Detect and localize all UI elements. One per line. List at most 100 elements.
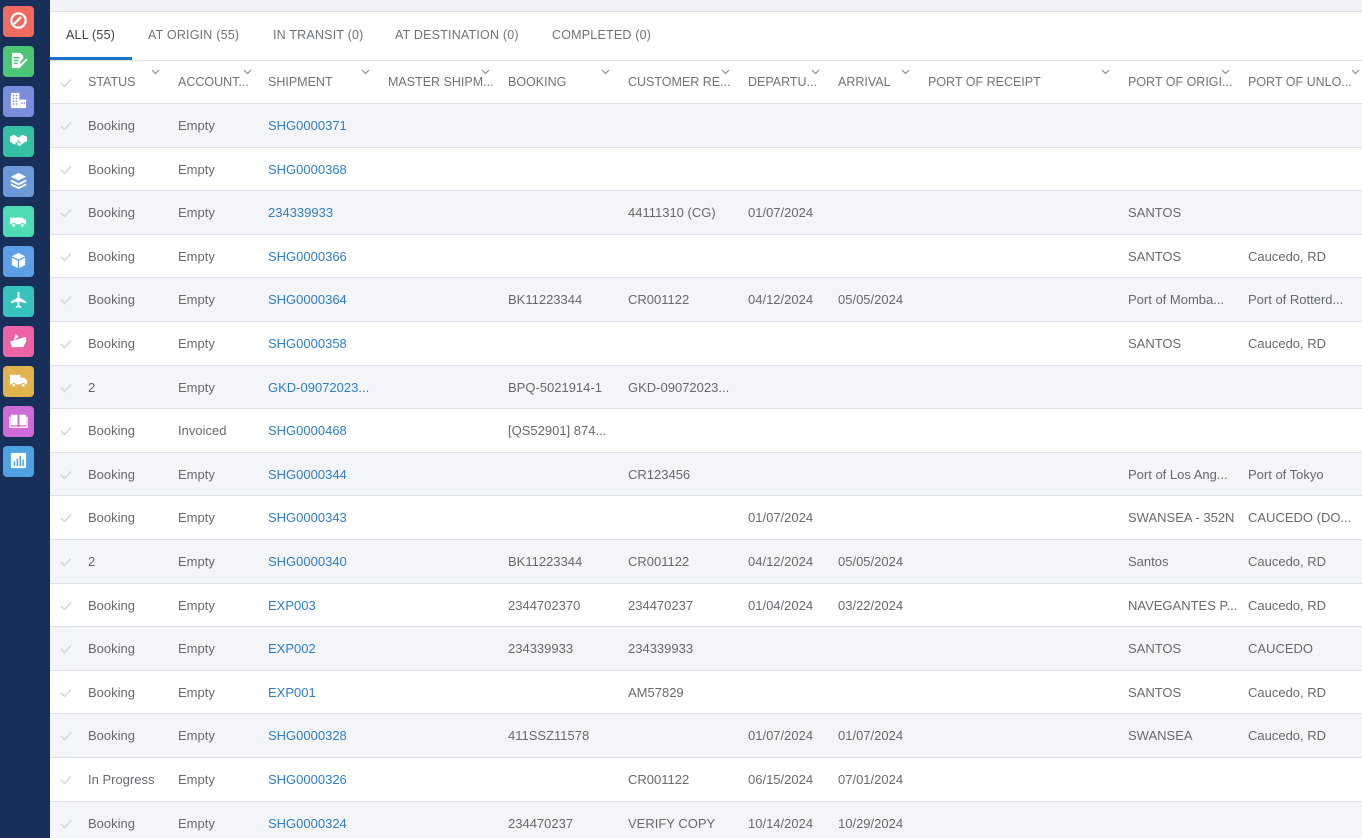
column-menu-chevron-icon[interactable] [481,69,491,79]
table-row[interactable]: Booking Empty SHG0000366 SANTOS Caucedo, RD [50,234,1362,279]
sidebar-item-packages[interactable] [3,246,34,277]
sidebar-item-ocean-freight[interactable] [3,326,34,357]
tab-at-destination[interactable]: AT DESTINATION (0) [379,12,535,60]
cell-customer-ref: AM57829 [628,684,684,700]
row-select-checkbox[interactable] [60,337,74,351]
cell-departure: 01/07/2024 [748,510,814,526]
sidebar-item-dashboard[interactable] [3,6,34,37]
row-select-checkbox[interactable] [60,293,74,307]
cell-shipment[interactable]: SHG0000340 [268,540,380,583]
cell-accounting: Empty [178,292,215,308]
cell-shipment[interactable]: SHG0000364 [268,278,380,321]
cell-shipment[interactable]: SHG0000366 [268,235,380,278]
table-row[interactable]: Booking Empty 234339933 44111310 (CG) 01/07/… [50,191,1362,235]
cell-shipment[interactable]: EXP002 [268,627,380,670]
tab-at-origin[interactable]: AT ORIGIN (55) [132,12,255,60]
cell-shipment[interactable]: SHG0000326 [268,758,380,801]
cell-shipment[interactable]: SHG0000328 [268,714,380,757]
table-row[interactable]: 2 Empty SHG0000340 BK11223344 CR001122 04/12/… [50,539,1362,584]
column-menu-chevron-icon[interactable] [1101,69,1111,79]
tab-completed[interactable]: COMPLETED (0) [536,12,667,60]
row-select-checkbox[interactable] [60,381,74,395]
sidebar-item-air-freight[interactable] [3,286,34,317]
table-row[interactable]: Booking Empty SHG0000328 411SSZ11578 01/07/2… [50,714,1362,758]
column-header-booking[interactable]: BOOKING [508,61,613,103]
table-row[interactable]: Booking Empty SHG0000343 01/07/2024 SWANSEA … [50,496,1362,540]
sidebar-item-catalog[interactable] [3,406,34,437]
row-select-checkbox[interactable] [60,250,74,264]
cell-shipment[interactable]: SHG0000324 [268,802,380,838]
cell-arrival: 03/22/2024 [838,597,904,613]
cell-status: Booking [88,118,135,133]
sidebar-item-reports[interactable] [3,446,34,477]
row-select-checkbox[interactable] [60,119,74,133]
row-select-checkbox[interactable] [60,817,74,831]
cell-shipment[interactable]: 234339933 [268,191,380,234]
cell-shipment[interactable]: EXP001 [268,671,380,714]
row-select-checkbox[interactable] [60,424,74,438]
sidebar-item-layers[interactable] [3,166,34,197]
table-row[interactable]: Booking Empty SHG0000324 234470237 VERIFY CO… [50,801,1362,838]
column-menu-chevron-icon[interactable] [811,69,821,79]
table-row[interactable]: Booking Empty SHG0000358 SANTOS Caucedo, RD [50,321,1362,366]
table-row[interactable]: Booking Empty SHG0000344 CR123456 Port of Lo… [50,452,1362,497]
sidebar-item-partners[interactable] [3,126,34,157]
table-row[interactable]: In Progress Empty SHG0000326 CR001122 06/15/… [50,757,1362,802]
van-icon [9,211,28,233]
column-menu-chevron-icon[interactable] [243,69,253,79]
row-select-checkbox[interactable] [60,642,74,656]
cell-departure: 10/14/2024 [748,815,814,831]
table-row[interactable]: Booking Empty EXP003 2344702370 234470237 01/… [50,583,1362,628]
column-header-status[interactable]: STATUS [88,61,178,103]
sidebar-item-trucking[interactable] [3,366,34,397]
sidebar-item-ground-transport[interactable] [3,206,34,237]
sidebar-item-companies[interactable] [3,86,34,117]
cell-status: 2 [88,553,96,569]
row-select-checkbox[interactable] [60,468,74,482]
table-row[interactable]: Booking Empty SHG0000368 [50,147,1362,192]
column-header-customer-ref[interactable]: CUSTOMER RE... [628,61,738,103]
row-select-checkbox[interactable] [60,511,74,525]
row-select-checkbox[interactable] [60,555,74,569]
column-header-port-receipt[interactable]: PORT OF RECEIPT [928,61,1118,103]
cell-shipment[interactable]: SHG0000371 [268,104,380,147]
row-select-checkbox[interactable] [60,163,74,177]
row-select-checkbox[interactable] [60,206,74,220]
table-row[interactable]: Booking Empty EXP001 AM57829 SANTOS Caucedo, … [50,670,1362,715]
cell-shipment[interactable]: SHG0000344 [268,453,380,496]
table-row[interactable]: Booking Empty SHG0000364 BK11223344 CR001122… [50,278,1362,322]
column-header-port-unloading[interactable]: PORT OF UNLO... [1248,61,1362,103]
row-select-checkbox[interactable] [60,729,74,743]
table-row[interactable]: 2 Empty GKD-09072023... BPQ-5021914-1 GKD-09… [50,365,1362,410]
column-header-departure[interactable]: DEPARTU... [748,61,830,103]
select-all-checkbox[interactable] [60,76,74,90]
row-select-checkbox[interactable] [60,599,74,613]
sidebar-item-documents[interactable] [3,46,34,77]
cell-shipment[interactable]: SHG0000343 [268,496,380,539]
row-select-checkbox[interactable] [60,773,74,787]
column-menu-chevron-icon[interactable] [361,69,371,79]
column-header-accounting[interactable]: ACCOUNT... [178,61,258,103]
column-header-arrival[interactable]: ARRIVAL [838,61,918,103]
column-header-port-origin[interactable]: PORT OF ORIGI... [1128,61,1238,103]
cell-shipment[interactable]: EXP003 [268,584,380,627]
table-row[interactable]: Booking Empty SHG0000371 [50,104,1362,148]
column-menu-chevron-icon[interactable] [1351,69,1361,79]
cell-shipment[interactable]: SHG0000358 [268,322,380,365]
table-row[interactable]: Booking Invoiced SHG0000468 [QS52901] 874..… [50,409,1362,453]
tab-all[interactable]: ALL (55) [50,12,132,60]
tab-in-transit[interactable]: IN TRANSIT (0) [257,12,380,60]
column-header-master[interactable]: MASTER SHIPM... [388,61,502,103]
row-select-checkbox[interactable] [60,686,74,700]
cell-shipment[interactable]: SHG0000468 [268,409,380,452]
column-menu-chevron-icon[interactable] [1221,69,1231,79]
column-menu-chevron-icon[interactable] [151,69,161,79]
table-row[interactable]: Booking Empty EXP002 234339933 234339933 SANT… [50,627,1362,671]
cell-departure: 01/04/2024 [748,597,814,613]
column-menu-chevron-icon[interactable] [901,69,911,79]
cell-shipment[interactable]: SHG0000368 [268,148,380,191]
column-menu-chevron-icon[interactable] [721,69,731,79]
column-header-shipment[interactable]: SHIPMENT [268,61,378,103]
column-menu-chevron-icon[interactable] [601,69,611,79]
cell-shipment[interactable]: GKD-09072023... [268,366,380,409]
